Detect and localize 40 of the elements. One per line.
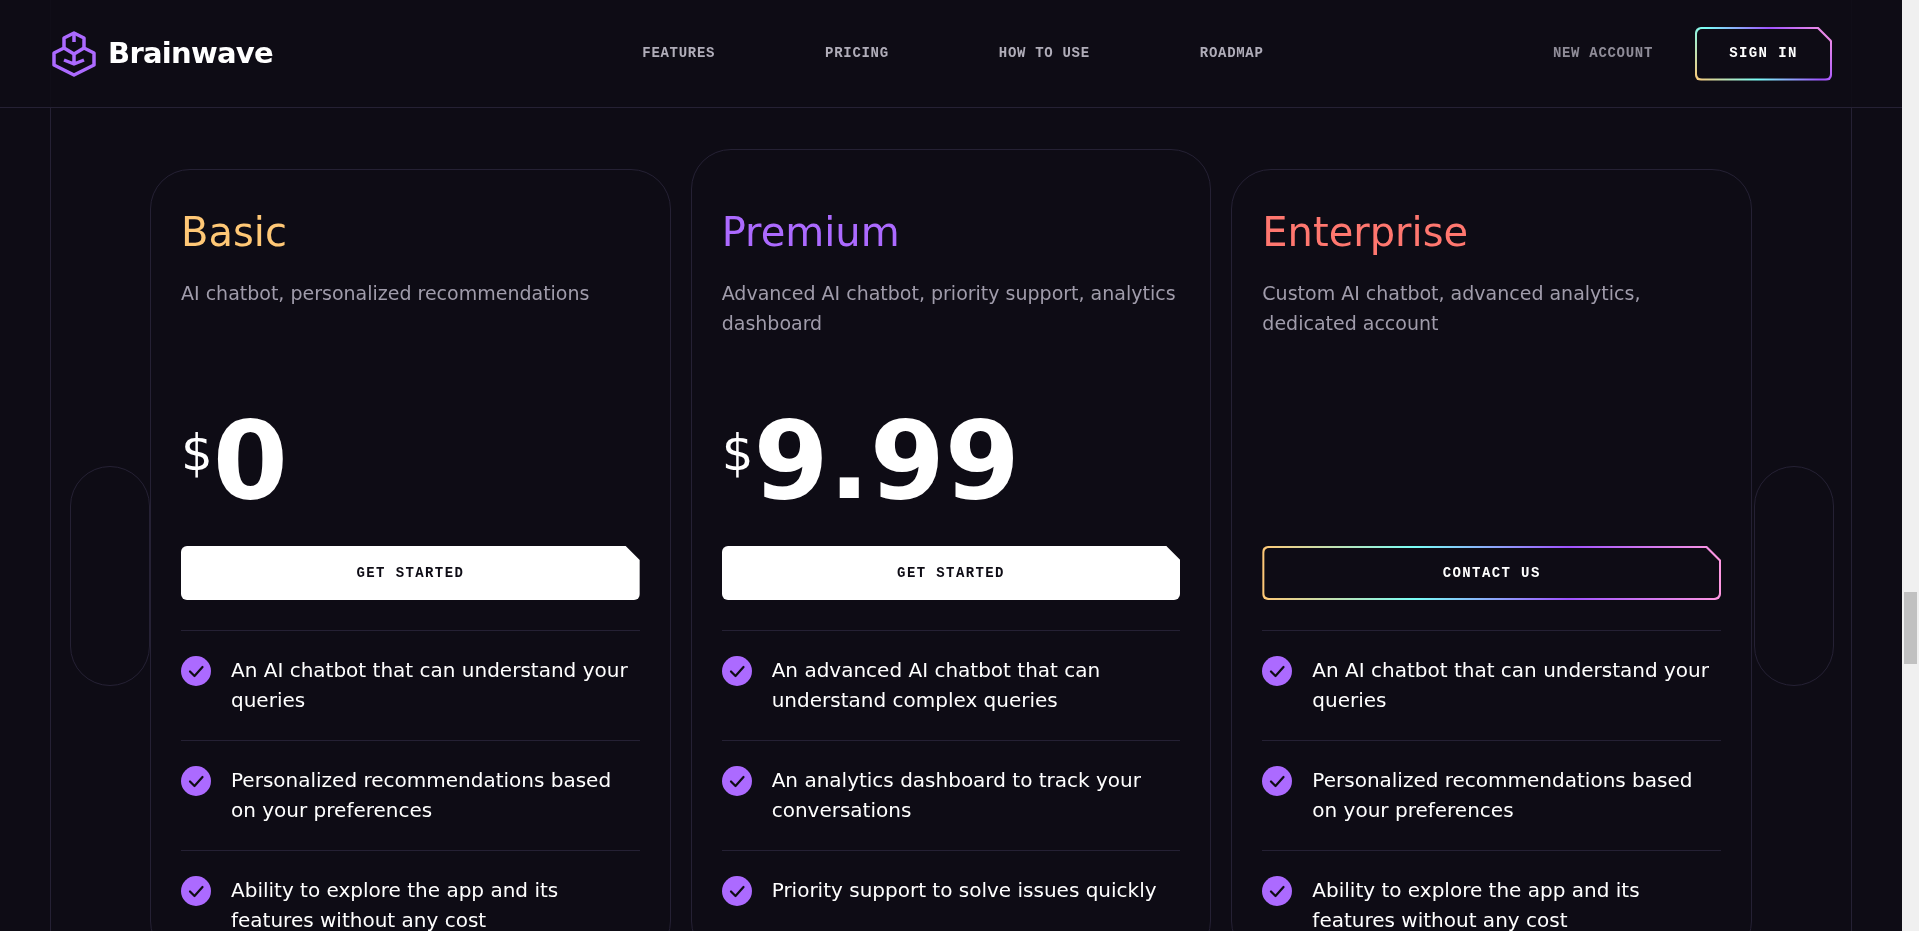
plan-name: Basic — [181, 208, 288, 257]
nav-link[interactable]: HOW TO USE — [998, 43, 1090, 64]
contact-button[interactable]: CONTACT US — [1262, 546, 1721, 600]
price: 0 — [212, 406, 288, 516]
plan-name: Premium — [721, 208, 901, 257]
currency-symbol: $ — [721, 428, 754, 478]
get-started-button[interactable]: GET STARTED — [721, 546, 1181, 600]
feature-text: Priority support to solve issues quickly — [771, 877, 1157, 904]
plan-description: Custom AI chatbot, advanced analytics, dedicated account — [1262, 281, 1642, 336]
check-icon — [721, 876, 752, 906]
price: 9.99 — [753, 406, 1020, 516]
feature-text: An advanced AI chatbot that can understand complex queries — [771, 657, 1102, 714]
logo-text: Brainwave — [108, 34, 273, 72]
scrollbar[interactable] — [1902, 0, 1919, 931]
sign-in-button[interactable]: SIGN IN — [1695, 26, 1832, 81]
feature-text: Ability to explore the app and its features without any cost — [1312, 877, 1641, 931]
feature-text: An analytics dashboard to track your conversations — [771, 767, 1142, 824]
feature-text: An AI chatbot that can understand your queries — [231, 657, 629, 714]
feature-text: Ability to explore the app and its features without any cost — [231, 877, 560, 931]
plan-name: Enterprise — [1262, 208, 1470, 257]
check-icon — [721, 656, 752, 686]
feature-text: An AI chatbot that can understand your queries — [1312, 657, 1710, 714]
feature-text: Personalized recommendations based on your preferences — [1312, 767, 1694, 824]
check-icon — [1262, 766, 1293, 796]
plan-description: Advanced AI chatbot, priority support, analytics dashboard — [721, 281, 1177, 336]
nav-link[interactable]: FEATURES — [642, 43, 716, 64]
currency-symbol: $ — [181, 428, 213, 478]
logo-icon — [50, 29, 98, 78]
nav-link[interactable]: ROADMAP — [1199, 43, 1264, 64]
check-icon — [181, 656, 211, 686]
plan-description: AI chatbot, personalized recommendations — [181, 281, 591, 306]
nav-link[interactable]: PRICING — [825, 43, 889, 64]
get-started-button[interactable]: GET STARTED — [181, 546, 640, 600]
feature-text: Personalized recommendations based on your preferences — [231, 767, 613, 824]
check-icon — [181, 876, 211, 906]
new-account-link[interactable]: NEW ACCOUNT — [1552, 43, 1653, 64]
check-icon — [721, 766, 752, 796]
check-icon — [181, 766, 211, 796]
check-icon — [1262, 656, 1293, 686]
check-icon — [1262, 876, 1293, 906]
